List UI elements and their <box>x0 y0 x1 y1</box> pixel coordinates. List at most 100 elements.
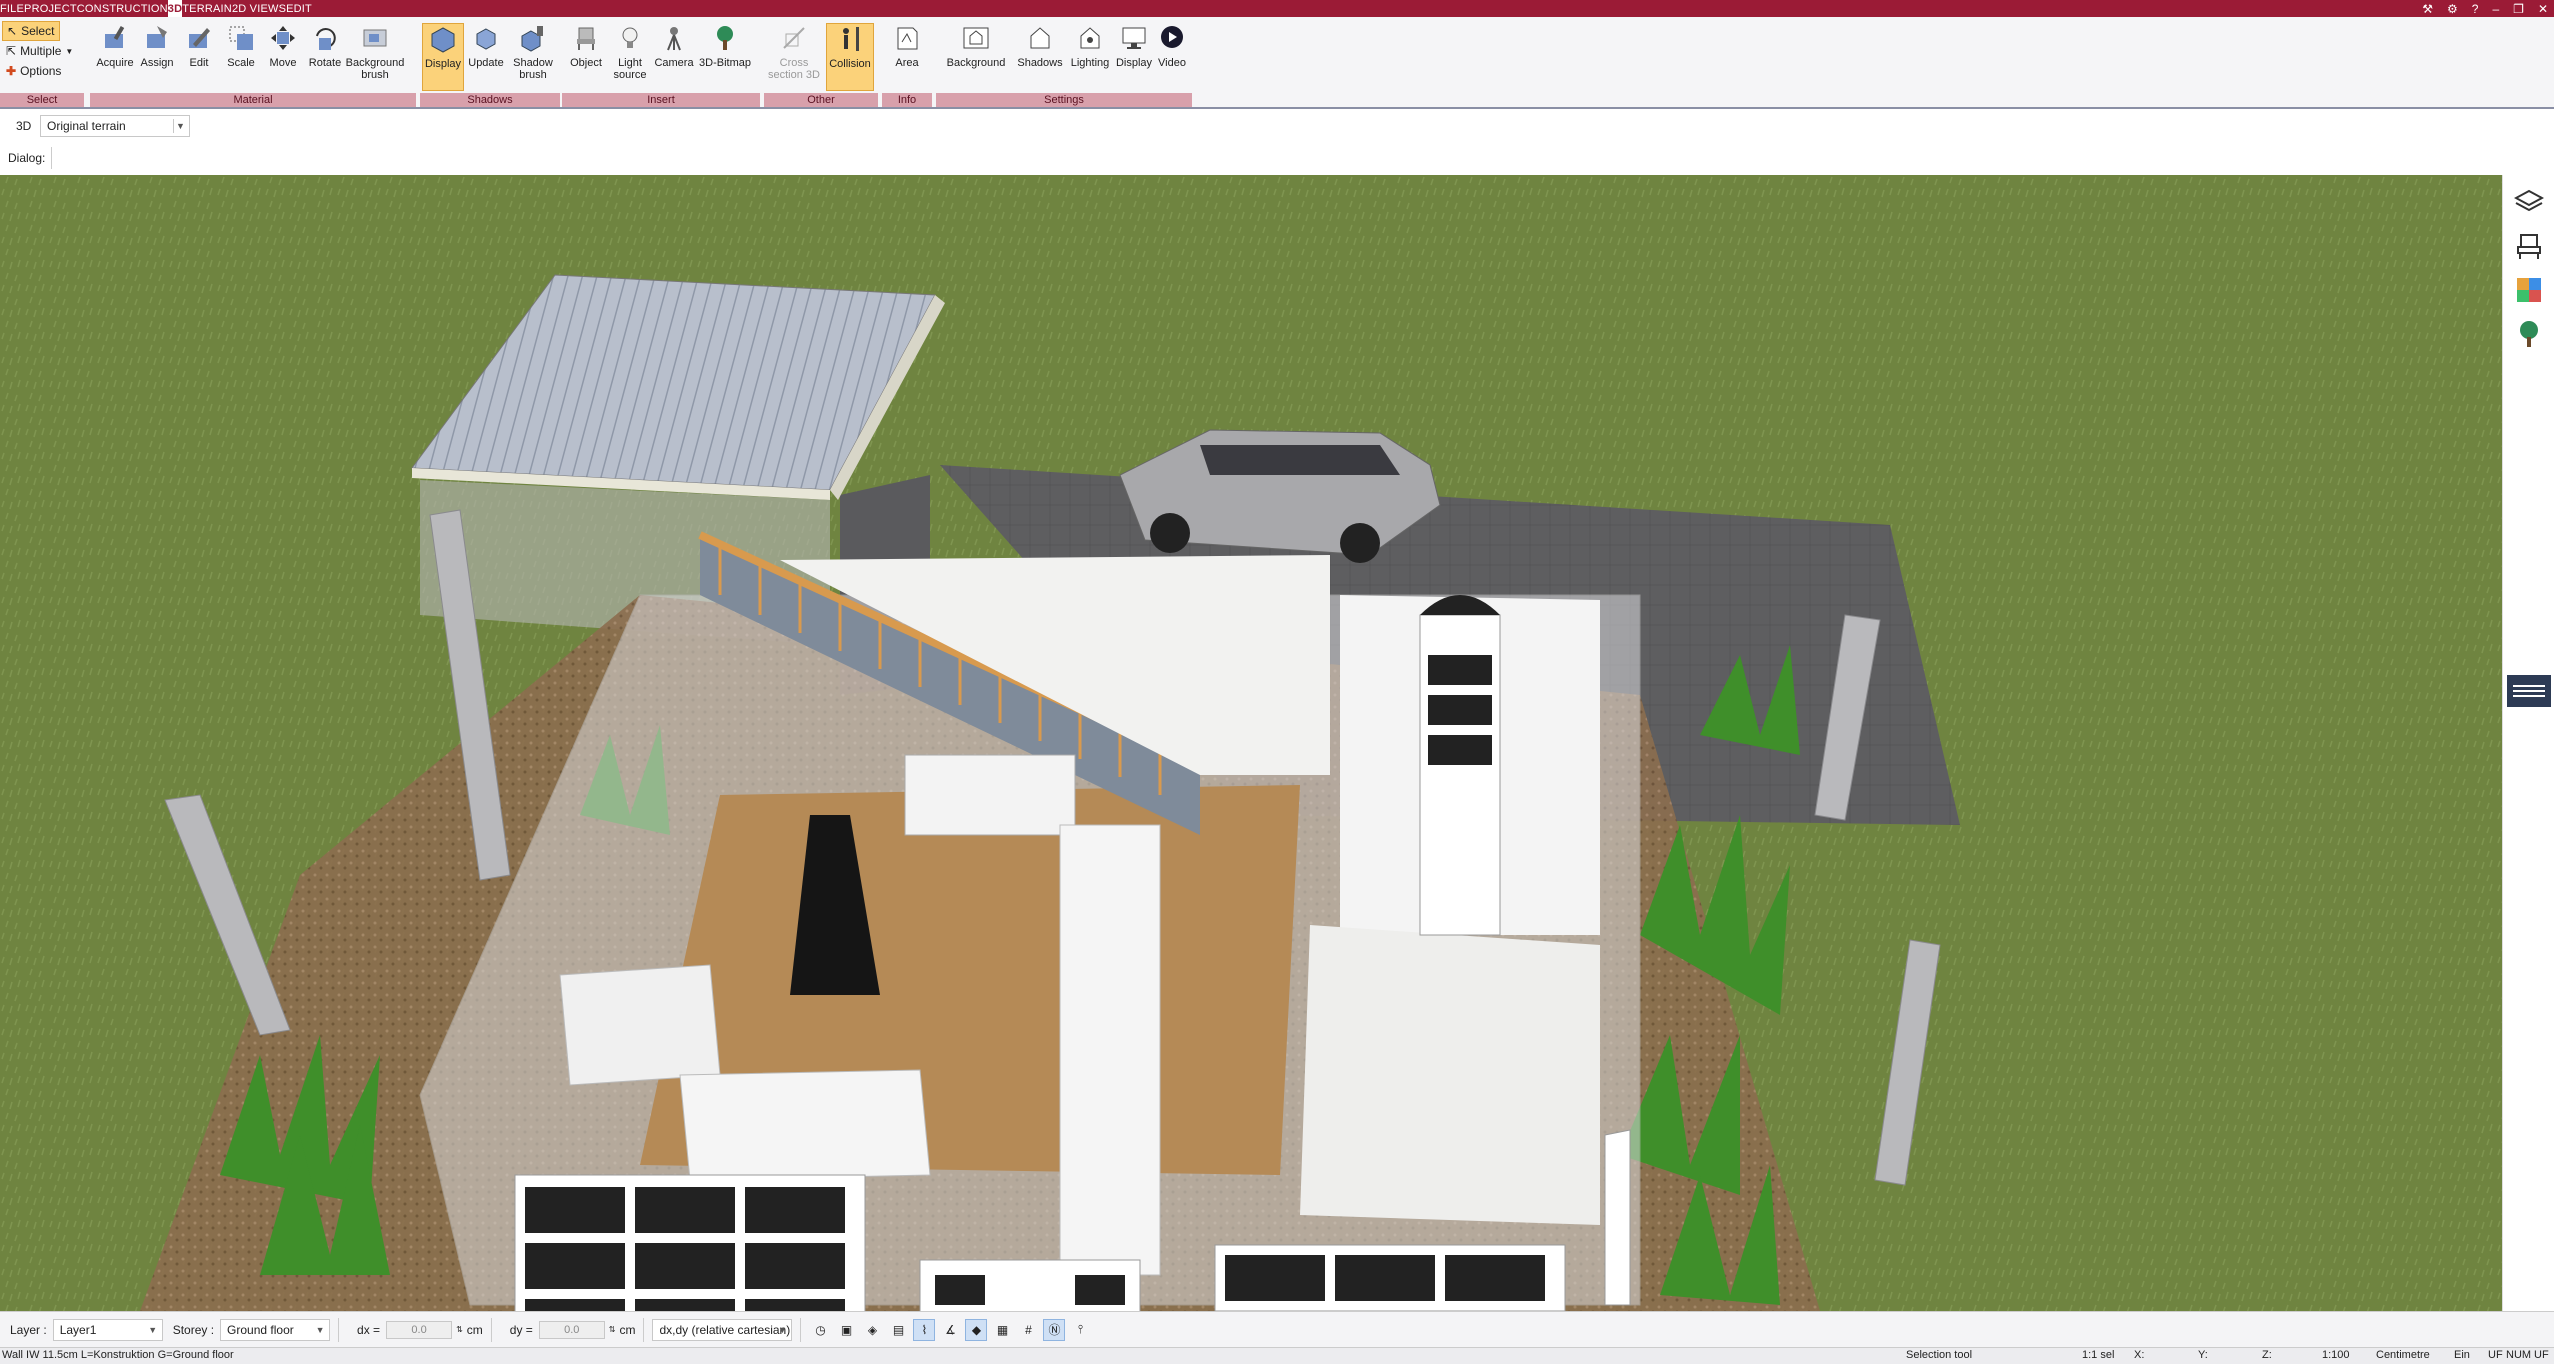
group-label-other: Other <box>764 93 878 107</box>
close-icon[interactable]: ✕ <box>2538 2 2548 16</box>
menu-bar: FILE PROJECT CONSTRUCTION 3D TERRAIN 2D … <box>0 0 2554 17</box>
north-icon[interactable]: Ⓝ <box>1043 1318 1066 1341</box>
pin-icon[interactable]: ⫯ <box>1069 1319 1091 1341</box>
selection-ratio: 1:1 sel <box>2082 1349 2115 1361</box>
options-button[interactable]: ✚ Options <box>2 61 82 81</box>
layers-icon[interactable] <box>2512 185 2546 219</box>
tools-icon[interactable]: ⚒ <box>2422 2 2433 16</box>
chevron-down-icon: ▼ <box>65 46 74 56</box>
collision-button[interactable]: Collision <box>826 23 874 91</box>
chevron-down-icon: ▼ <box>148 1324 158 1335</box>
status-bar: Layer : Layer1 ▼ Storey : Ground floor ▼… <box>0 1311 2554 1347</box>
shadow-brush-button[interactable]: Shadow brush <box>508 23 558 91</box>
shadow-update-button[interactable]: Update <box>464 23 508 91</box>
lightbulb-icon <box>615 23 645 53</box>
z-coord: Z: <box>2262 1349 2272 1361</box>
edit-material-button[interactable]: Edit <box>176 23 222 91</box>
tab-edit[interactable]: EDIT <box>286 0 312 17</box>
layer-select[interactable]: Layer1 ▼ <box>52 1318 163 1341</box>
assign-button[interactable]: Assign <box>134 23 180 91</box>
select-button[interactable]: ↖ Select <box>2 21 60 41</box>
mode-label: 3D <box>16 119 32 133</box>
settings-icon[interactable]: ⚙ <box>2447 2 2458 16</box>
cross-section-3d-button[interactable]: Cross section 3D <box>768 23 820 91</box>
object-button[interactable]: Object <box>564 23 608 91</box>
help-icon[interactable]: ? <box>2472 2 2479 16</box>
group-label-settings: Settings <box>936 93 1192 107</box>
scale-icon <box>226 23 256 53</box>
group-label-insert: Insert <box>562 93 760 107</box>
terrain-select[interactable]: Original terrain ▼ <box>40 115 190 137</box>
cube-icon <box>428 24 458 54</box>
tab-3d[interactable]: 3D <box>167 0 183 17</box>
tab-construction[interactable]: CONSTRUCTION <box>77 0 168 17</box>
light-source-button[interactable]: Light source <box>608 23 652 91</box>
dy-stepper-icon[interactable]: ⇅ <box>609 1325 616 1334</box>
house-light-icon <box>1075 23 1105 53</box>
camera-button[interactable]: Camera <box>652 23 696 91</box>
lighting-button[interactable]: Lighting <box>1066 23 1114 91</box>
window-controls: ⚒ ⚙ ? – ❐ ✕ <box>2422 0 2548 17</box>
dx-label: dx = <box>357 1322 381 1337</box>
background-brush-button[interactable]: Background brush <box>344 23 406 91</box>
shadow-display-button[interactable]: Display <box>422 23 464 91</box>
clock-icon[interactable]: ◷ <box>809 1319 831 1341</box>
multiple-button[interactable]: ⇱ Multiple ▼ <box>2 41 82 61</box>
eyedropper-icon <box>100 23 130 53</box>
x-coord: X: <box>2134 1349 2145 1361</box>
plants-icon[interactable] <box>2512 317 2546 351</box>
monitor-small-icon[interactable]: ▣ <box>835 1319 857 1341</box>
furniture-icon[interactable] <box>2512 229 2546 263</box>
dialog-bar: Dialog: <box>0 143 2554 173</box>
coordinate-mode-select[interactable]: dx,dy (relative cartesian) ▼ <box>652 1318 793 1341</box>
dx-stepper-icon[interactable]: ⇅ <box>456 1325 463 1334</box>
paint-bucket-icon <box>142 23 172 53</box>
tab-terrain[interactable]: TERRAIN <box>182 0 232 17</box>
materials-icon[interactable] <box>2512 273 2546 307</box>
hatch-icon[interactable]: ▦ <box>991 1319 1013 1341</box>
move-button[interactable]: Move <box>260 23 306 91</box>
acquire-button[interactable]: Acquire <box>92 23 138 91</box>
area-button[interactable]: Area <box>884 23 930 91</box>
info-status-bar: Wall IW 11.5cm L=Konstruktion G=Ground f… <box>0 1347 2554 1364</box>
snap-icon[interactable]: ⌇ <box>913 1318 936 1341</box>
dx-input[interactable]: 0.0 <box>386 1320 453 1339</box>
chevron-down-icon: ▼ <box>778 1324 787 1335</box>
shadows-settings-button[interactable]: Shadows <box>1014 23 1066 91</box>
chevron-down-icon: ▼ <box>315 1324 325 1335</box>
y-coord: Y: <box>2198 1349 2208 1361</box>
group-other: Cross section 3D Collision Other <box>764 17 878 109</box>
storey-label: Storey : <box>172 1322 215 1337</box>
video-button[interactable]: Video <box>1154 23 1190 91</box>
brush-icon <box>360 23 390 53</box>
minimize-icon[interactable]: – <box>2492 2 2499 16</box>
scale-button[interactable]: Scale <box>218 23 264 91</box>
group-info: Area Info <box>882 17 932 109</box>
3d-bitmap-button[interactable]: 3D-Bitmap <box>696 23 754 91</box>
group-shadows: Display Update Shadow brush Shadows <box>420 17 560 109</box>
camera-icon <box>659 23 689 53</box>
tab-project[interactable]: PROJECT <box>24 0 77 17</box>
multi-select-icon: ⇱ <box>6 44 17 58</box>
background-button[interactable]: Background <box>938 23 1014 91</box>
storey-select[interactable]: Ground floor ▼ <box>220 1318 331 1341</box>
group-settings: Background Shadows Lighting Display Vide… <box>936 17 1192 109</box>
dy-input[interactable]: 0.0 <box>538 1320 605 1339</box>
restore-icon[interactable]: ❐ <box>2513 2 2524 16</box>
monitor-icon <box>1119 23 1149 53</box>
objects-small-icon[interactable]: ▤ <box>887 1319 909 1341</box>
grid-icon[interactable]: # <box>1017 1319 1039 1341</box>
display-settings-button[interactable]: Display <box>1114 23 1154 91</box>
rotate-button[interactable]: Rotate <box>302 23 348 91</box>
tab-2d-views[interactable]: 2D VIEWS <box>232 0 286 17</box>
panel-handle[interactable] <box>2507 675 2551 707</box>
group-insert: Object Light source Camera 3D-Bitmap Ins… <box>562 17 760 109</box>
tab-file[interactable]: FILE <box>0 0 24 17</box>
group-label-material: Material <box>90 93 416 107</box>
right-sidebar <box>2502 175 2554 1311</box>
num-indicator: NUM <box>2506 1349 2532 1361</box>
angle-icon[interactable]: ∡ <box>939 1319 961 1341</box>
3d-viewport[interactable] <box>0 175 2502 1311</box>
layers-small-icon[interactable]: ◈ <box>861 1319 883 1341</box>
plane-icon[interactable]: ◆ <box>965 1318 988 1341</box>
